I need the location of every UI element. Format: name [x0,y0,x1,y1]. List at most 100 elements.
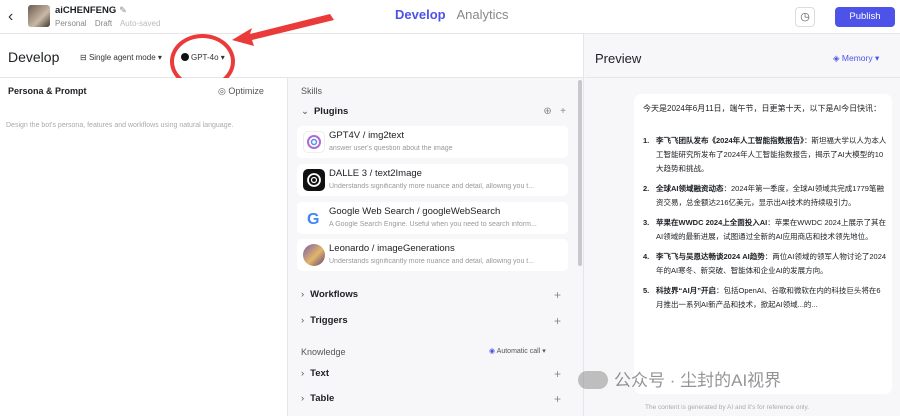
list-item: 5. 科技界“AI月”开启：包括OpenAI、谷歌和微软在内的科技巨头将在6月推… [643,284,887,312]
item-text: 李飞飞团队发布《2024年人工智能指数报告》：斯坦福大学以人为本人工智能研究所发… [656,134,887,176]
workflows-label: Workflows [310,289,359,300]
plugin-desc: answer user's question about the image [329,145,453,152]
scope-label: Personal [55,19,87,28]
tab-analytics[interactable]: Analytics [456,7,508,22]
top-tabs: Develop Analytics [395,7,517,22]
knowledge-title: Knowledge [301,347,346,357]
plugin-name: DALLE 3 / text2Image [329,168,422,179]
publish-button[interactable]: Publish [835,7,895,27]
back-arrow-icon[interactable]: ‹ [8,8,13,26]
item-text: 全球AI领域融资动态：2024年第一季度，全球AI领域共完成1779笔融资交易，… [656,182,887,210]
optimize-label: Optimize [228,86,264,96]
tab-develop[interactable]: Develop [395,7,446,22]
preview-title: Preview [595,51,642,66]
edit-icon[interactable]: ✎ [119,5,127,15]
item-number: 4. [643,252,650,261]
triggers-label: Triggers [310,315,348,326]
message-intro: 今天是2024年6月11日，端午节，日更第十天，以下是AI今日快讯： [643,104,882,113]
memory-icon: ◈ [833,53,840,63]
list-item: 2. 全球AI领域融资动态：2024年第一季度，全球AI领域共完成1779笔融资… [643,182,887,210]
table-label: Table [310,393,335,404]
item-title: 科技界“AI月”开启 [656,286,716,295]
leonardo-icon [303,244,325,266]
agent-mode-icon: ⊟ [80,53,87,62]
preview-panel: Preview ◈ Memory ▾ 今天是2024年6月11日，端午节，日更第… [585,34,900,416]
auto-add-icon[interactable]: ⊕ [543,106,551,117]
add-plugin-icon[interactable]: + [560,106,566,117]
plugins-label: Plugins [313,106,349,117]
wechat-logo-icon [578,371,608,389]
auto-call-label: Automatic call ▾ [496,348,546,355]
skills-panel: Skills ⌄ Plugins ⊕ + GPT4V / img2text ans… [289,78,584,416]
add-table-icon[interactable]: + [554,392,561,406]
item-number: 5. [643,286,650,295]
bot-message-bubble: 今天是2024年6月11日，端午节，日更第十天，以下是AI今日快讯： 1. 李飞… [634,94,892,394]
autosave-label: Auto-saved [119,19,161,28]
plugin-name: Leonardo / imageGenerations [329,243,455,254]
persona-panel: Persona & Prompt ◎ Optimize Design the b… [0,78,288,416]
google-icon: G [303,207,325,229]
item-title: 李飞飞与吴恩达畅谈2024 AI趋势 [656,252,765,261]
plugin-desc: A Google Search Engine. Useful when you … [329,221,537,228]
skills-scrollbar[interactable] [578,80,582,266]
news-list: 1. 李飞飞团队发布《2024年人工智能指数报告》：斯坦福大学以人为本人工智能研… [643,134,887,318]
svg-text:G: G [307,211,319,228]
plugin-card-gpt4v[interactable]: GPT4V / img2text answer user's question … [297,126,568,158]
plugin-card-leonardo[interactable]: Leonardo / imageGenerations Understands … [297,239,568,271]
plugin-name: GPT4V / img2text [329,130,404,141]
ai-disclaimer: The content is generated by AI and it's … [645,404,810,411]
watermark-text: 公众号 · 尘封的AI视界 [614,371,782,390]
history-icon: ◷ [800,11,810,23]
item-title: 全球AI领域融资动态 [656,184,724,193]
auto-call-select[interactable]: ◉ Automatic call ▾ [489,347,546,355]
bot-meta: Personal Draft Auto-saved [55,19,166,28]
list-item: 3. 苹果在WWDC 2024上全面投入AI：苹果在WWDC 2024上展示了其… [643,216,887,244]
table-section-header[interactable]: › Table + [301,392,561,406]
workflows-section-header[interactable]: › Workflows + [301,288,561,302]
chevron-right-icon: › [301,393,305,404]
agent-mode-label: Single agent mode ▾ [88,53,162,62]
item-text: 李飞飞与吴恩达畅谈2024 AI趋势：两位AI领域的领军人物讨论了2024年的A… [656,250,887,278]
chevron-right-icon: › [301,315,305,326]
develop-title: Develop [8,49,60,65]
chevron-right-icon: › [301,289,305,300]
plugin-card-dalle3[interactable]: DALLE 3 / text2Image Understands signifi… [297,164,568,196]
bot-name[interactable]: aiCHENFENG ✎ [55,5,127,16]
auto-call-icon: ◉ [489,348,496,355]
plugin-card-google-search[interactable]: G Google Web Search / googleWebSearch A … [297,202,568,234]
plugin-name: Google Web Search / googleWebSearch [329,206,501,217]
preview-header: Preview ◈ Memory ▾ [585,34,900,78]
chevron-right-icon: › [301,368,305,379]
history-button[interactable]: ◷ [795,7,815,27]
memory-button[interactable]: ◈ Memory ▾ [833,53,879,64]
optimize-button[interactable]: ◎ Optimize [218,86,264,97]
add-trigger-icon[interactable]: + [554,314,561,328]
add-text-icon[interactable]: + [554,367,561,381]
item-number: 3. [643,218,650,227]
watermark: 公众号 · 尘封的AI视界 [578,366,781,391]
item-title: 李飞飞团队发布《2024年人工智能指数报告》 [656,136,804,145]
list-item: 4. 李飞飞与吴恩达畅谈2024 AI趋势：两位AI领域的领军人物讨论了2024… [643,250,887,278]
list-item: 1. 李飞飞团队发布《2024年人工智能指数报告》：斯坦福大学以人为本人工智能研… [643,134,887,176]
bot-name-text: aiCHENFENG [55,5,117,16]
highlight-arrow-icon [232,14,334,46]
persona-prompt-input[interactable]: Design the bot's persona, features and w… [6,122,233,129]
text-label: Text [310,368,330,379]
item-text: 科技界“AI月”开启：包括OpenAI、谷歌和微软在内的科技巨头将在6月推出一系… [656,284,887,312]
bot-avatar[interactable] [28,5,50,27]
persona-title: Persona & Prompt [8,86,87,96]
plugin-desc: Understands significantly more nuance an… [329,258,535,265]
add-workflow-icon[interactable]: + [554,288,561,302]
plugins-actions: ⊕ + [543,106,566,117]
triggers-section-header[interactable]: › Triggers + [301,314,561,328]
plugins-section-header[interactable]: ⌄ Plugins ⊕ + [301,106,566,117]
item-number: 2. [643,184,650,193]
agent-mode-select[interactable]: ⊟ Single agent mode ▾ [80,53,162,62]
memory-label: Memory ▾ [841,53,880,63]
item-title: 苹果在WWDC 2024上全面投入AI [656,218,768,227]
optimize-icon: ◎ [218,86,226,96]
status-label: Draft [94,19,113,28]
text-section-header[interactable]: › Text + [301,367,561,381]
item-number: 1. [643,136,650,145]
openai-dark-icon [303,169,325,191]
